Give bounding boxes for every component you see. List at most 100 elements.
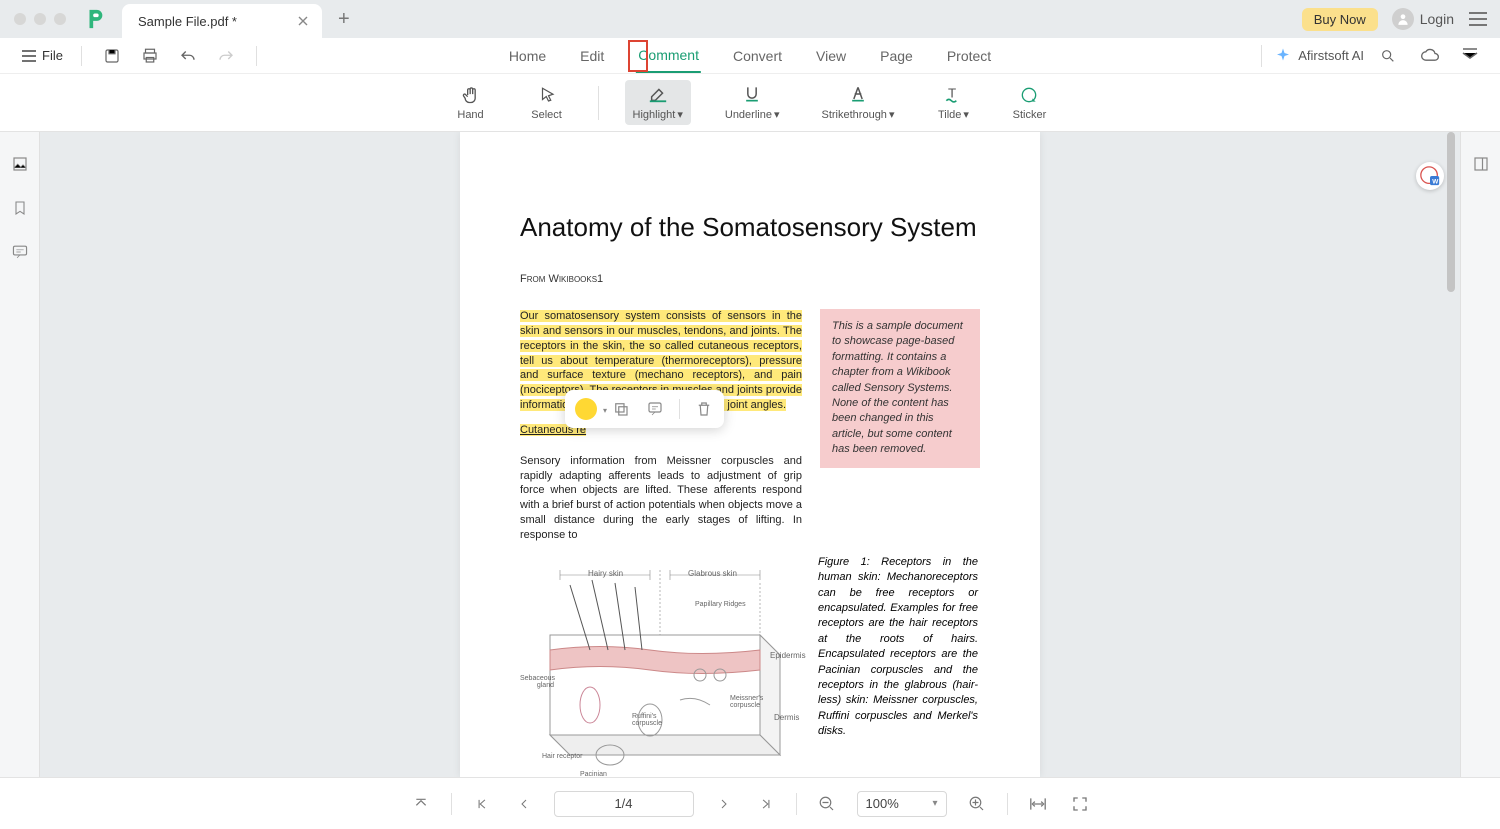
chevron-down-icon: ▾: [932, 798, 937, 809]
tab-title: Sample File.pdf *: [138, 14, 282, 29]
underline-label: Underline: [725, 109, 772, 121]
right-sidebar: [1460, 132, 1500, 777]
next-page-icon[interactable]: [712, 792, 736, 816]
scrollbar-thumb[interactable]: [1447, 132, 1455, 292]
undo-icon[interactable]: [176, 44, 200, 68]
underline-tool[interactable]: Underline▾: [717, 80, 788, 125]
close-window[interactable]: [14, 13, 26, 25]
chevron-down-icon: ▾: [889, 108, 895, 121]
redo-icon[interactable]: [214, 44, 238, 68]
menu-tabs: Home Edit Comment Convert View Page Prot…: [507, 39, 993, 73]
app-logo: [84, 8, 106, 30]
cloud-icon[interactable]: [1418, 44, 1442, 68]
paragraph-2: Sensory information from Meissner corpus…: [520, 454, 802, 543]
document-title: Anatomy of the Somatosensory System: [520, 212, 980, 243]
comment-toolbar: Hand Select Highlight▾ Underline▾ Strike…: [0, 74, 1500, 132]
fig-label-glabrous: Glabrous skin: [688, 569, 737, 578]
sticker-label: Sticker: [1013, 109, 1047, 121]
first-page-icon[interactable]: [470, 792, 494, 816]
ai-label: Afirstsoft AI: [1298, 48, 1364, 63]
print-icon[interactable]: [138, 44, 162, 68]
tab-view[interactable]: View: [814, 40, 848, 72]
fullscreen-icon[interactable]: [1068, 792, 1092, 816]
zoom-in-icon[interactable]: [965, 792, 989, 816]
prev-page-icon[interactable]: [512, 792, 536, 816]
panel-toggle-icon[interactable]: [1469, 152, 1493, 176]
zoom-select[interactable]: 100%▾: [857, 791, 947, 817]
left-sidebar: [0, 132, 40, 777]
chevron-down-icon: ▾: [677, 108, 683, 121]
ai-assistant-button[interactable]: Afirstsoft AI: [1274, 47, 1364, 65]
figure-caption: Figure 1: Receptors in the human skin: M…: [818, 555, 978, 777]
page-number-input[interactable]: 1/4: [554, 791, 694, 817]
search-icon[interactable]: [1376, 44, 1400, 68]
menu-icon[interactable]: [1468, 11, 1488, 27]
fig-label-hairy: Hairy skin: [588, 569, 623, 578]
last-page-icon[interactable]: [754, 792, 778, 816]
thumbnails-icon[interactable]: [8, 152, 32, 176]
copy-icon[interactable]: [611, 399, 631, 419]
maximize-window[interactable]: [54, 13, 66, 25]
file-menu[interactable]: File: [22, 48, 63, 63]
note-icon[interactable]: [645, 399, 665, 419]
select-tool[interactable]: Select: [522, 81, 572, 125]
strike-label: Strikethrough: [822, 109, 887, 121]
tab-comment[interactable]: Comment: [636, 39, 701, 73]
sticker-icon: [1019, 85, 1039, 105]
tilde-icon: T: [943, 84, 963, 104]
hand-icon: [461, 85, 481, 105]
color-picker[interactable]: ▾: [575, 398, 597, 420]
chevron-down-icon: ▾: [774, 108, 780, 121]
tab-edit[interactable]: Edit: [578, 40, 606, 72]
scroll-top-icon[interactable]: [409, 792, 433, 816]
fit-width-icon[interactable]: [1026, 792, 1050, 816]
trash-icon[interactable]: [694, 399, 714, 419]
zoom-out-icon[interactable]: [815, 792, 839, 816]
menubar: File Home Edit Comment Convert View Page…: [0, 38, 1500, 74]
word-export-badge[interactable]: W: [1416, 162, 1444, 190]
minimize-window[interactable]: [34, 13, 46, 25]
close-tab-icon[interactable]: [296, 14, 310, 28]
callout-box: This is a sample document to showcase pa…: [820, 309, 980, 468]
bottom-toolbar: 1/4 100%▾: [0, 777, 1500, 829]
cursor-icon: [538, 85, 556, 105]
tab-protect[interactable]: Protect: [945, 40, 993, 72]
highlight-tool[interactable]: Highlight▾: [625, 80, 691, 125]
sticker-tool[interactable]: Sticker: [1004, 81, 1054, 125]
strikethrough-tool[interactable]: Strikethrough▾: [814, 80, 903, 125]
hand-tool[interactable]: Hand: [446, 81, 496, 125]
new-tab-button[interactable]: +: [338, 8, 350, 31]
bookmark-icon[interactable]: [8, 196, 32, 220]
save-icon[interactable]: [100, 44, 124, 68]
fig-label-dermis: Dermis: [774, 713, 799, 722]
tab-convert[interactable]: Convert: [731, 40, 784, 72]
document-tab[interactable]: Sample File.pdf *: [122, 4, 322, 38]
pdf-page: Anatomy of the Somatosensory System From…: [460, 132, 1040, 777]
tab-home[interactable]: Home: [507, 40, 548, 72]
highlight-context-menu: ▾: [565, 390, 724, 428]
vertical-scrollbar[interactable]: [1446, 132, 1456, 772]
select-label: Select: [531, 109, 562, 121]
comments-icon[interactable]: [8, 240, 32, 264]
strikethrough-icon: [848, 84, 868, 104]
tilde-tool[interactable]: T Tilde▾: [928, 80, 978, 125]
login-label: Login: [1420, 11, 1454, 27]
fig-label-papillary: Papillary Ridges: [695, 601, 746, 608]
avatar-icon: [1392, 8, 1414, 30]
underline-icon: [742, 84, 762, 104]
titlebar: Sample File.pdf * + Buy Now Login: [0, 0, 1500, 38]
figure-illustration: Hairy skin Glabrous skin Papillary Ridge…: [520, 555, 800, 777]
color-swatch-yellow: [575, 398, 597, 420]
highlight-label: Highlight: [633, 109, 676, 121]
collapse-icon[interactable]: [1458, 44, 1482, 68]
document-source: From Wikibooks1: [520, 273, 980, 285]
fig-label-epidermis: Epidermis: [770, 651, 806, 660]
tab-page[interactable]: Page: [878, 40, 915, 72]
login-button[interactable]: Login: [1392, 8, 1454, 30]
fig-label-ruffini: Ruffini's corpuscle: [632, 713, 672, 727]
svg-text:T: T: [948, 85, 956, 100]
document-viewport[interactable]: Anatomy of the Somatosensory System From…: [40, 132, 1460, 777]
buy-now-button[interactable]: Buy Now: [1302, 8, 1378, 31]
window-controls: [0, 13, 66, 25]
file-label: File: [42, 48, 63, 63]
